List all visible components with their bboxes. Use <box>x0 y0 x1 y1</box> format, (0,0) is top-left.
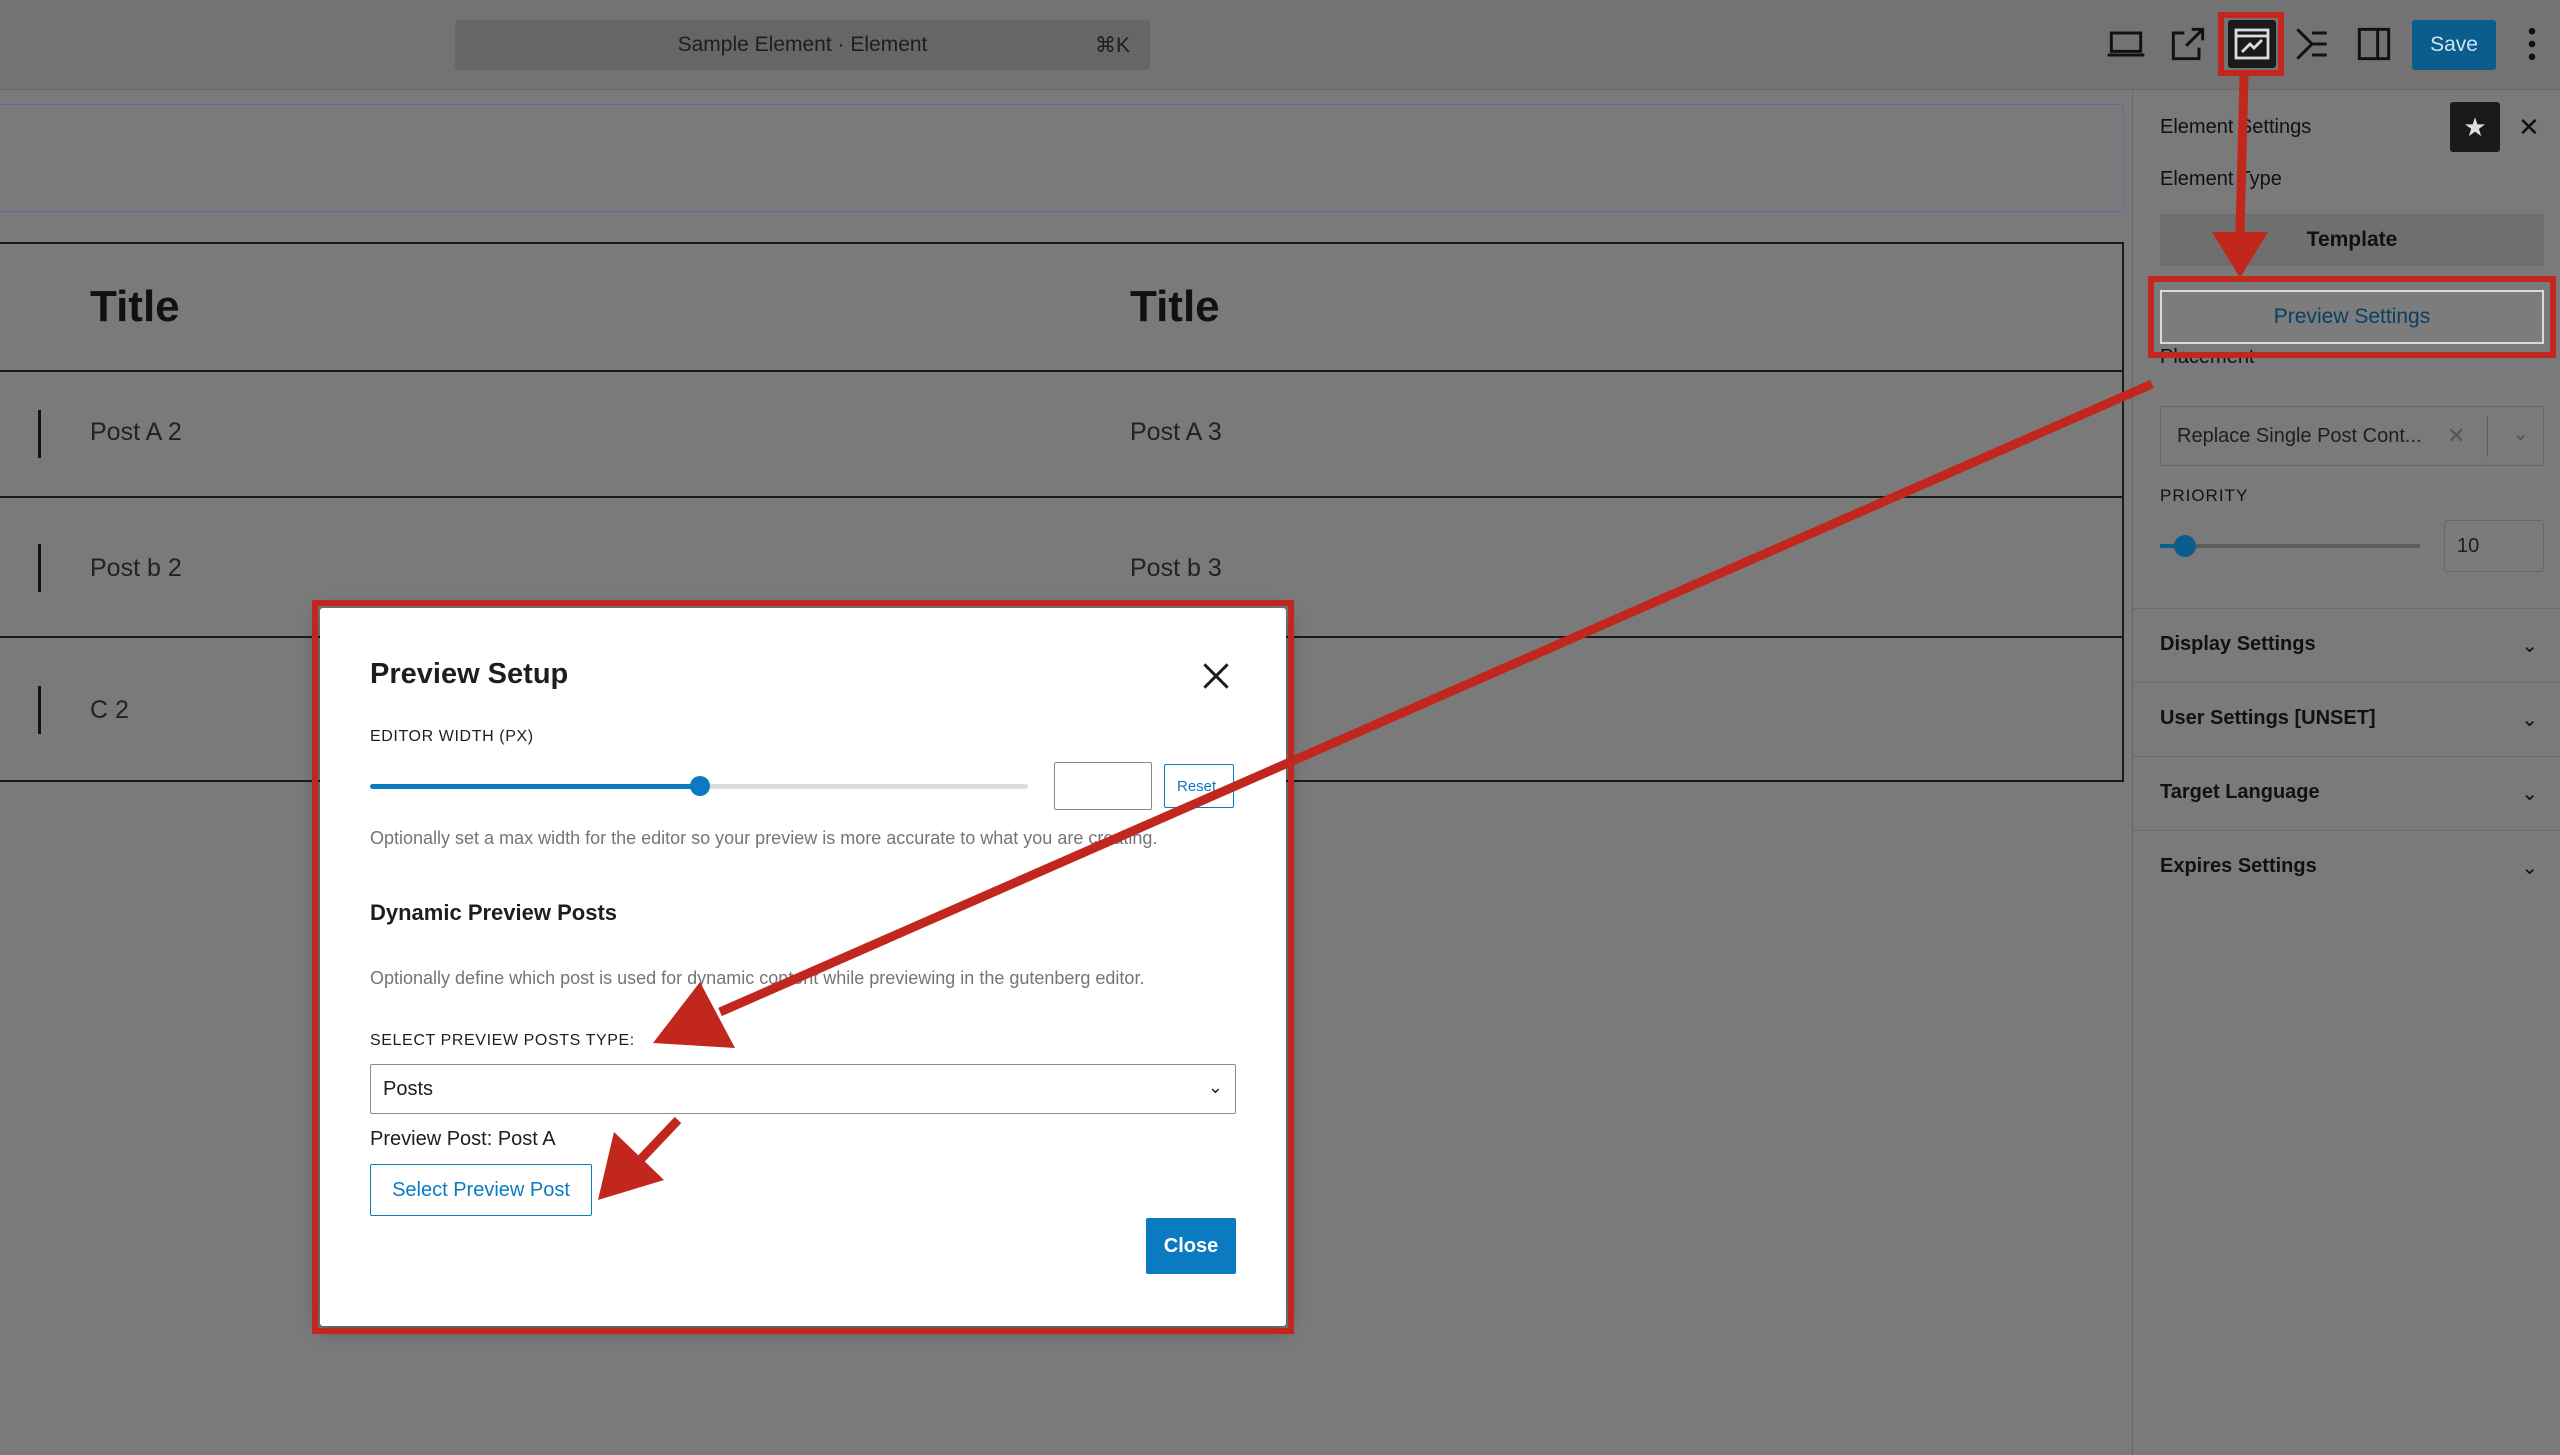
more-options-icon[interactable] <box>2524 22 2540 66</box>
placement-value: Replace Single Post Cont... <box>2177 425 2422 447</box>
command-bar-title: Sample Element · Element <box>677 33 928 56</box>
dynamic-preview-title: Dynamic Preview Posts <box>370 900 618 925</box>
reset-button[interactable]: Reset <box>1164 764 1234 808</box>
template-button[interactable]: Template <box>2160 214 2544 266</box>
layout-icon[interactable] <box>2290 22 2334 66</box>
modal-title: Preview Setup <box>370 658 569 690</box>
accordion-user-settings[interactable]: User Settings [UNSET] ⌄ <box>2132 682 2560 756</box>
posts-type-label: SELECT PREVIEW POSTS TYPE: <box>370 1032 635 1049</box>
element-type-label: Element Type <box>2160 168 2282 190</box>
editor-width-help: Optionally set a max width for the edito… <box>370 828 1158 848</box>
chevron-down-icon: ⌄ <box>2521 857 2538 879</box>
placement-select[interactable]: Replace Single Post Cont... ✕ ⌄ <box>2160 406 2544 466</box>
row-divider <box>38 410 41 458</box>
table-cell: Post b 2 <box>90 554 182 582</box>
header-block[interactable] <box>0 104 2124 212</box>
sidebar-title: Element Settings <box>2160 116 2312 138</box>
star-icon[interactable]: ★ <box>2450 102 2500 152</box>
desktop-preview-icon[interactable] <box>2104 22 2148 66</box>
chevron-down-icon: ⌄ <box>1207 1077 1223 1097</box>
chevron-down-icon: ⌄ <box>2521 635 2538 657</box>
preview-setup-modal <box>320 608 1286 1326</box>
external-link-icon[interactable] <box>2166 22 2210 66</box>
chevron-down-icon: ⌄ <box>2521 709 2538 731</box>
table-cell: Post b 3 <box>1130 554 1222 582</box>
row-divider <box>38 686 41 734</box>
accordion-label: Expires Settings <box>2160 855 2317 877</box>
select-preview-post-button[interactable]: Select Preview Post <box>370 1164 592 1216</box>
close-button[interactable]: Close <box>1146 1218 1236 1274</box>
column-header: Title <box>1130 282 1220 331</box>
posts-type-value: Posts <box>383 1078 434 1100</box>
table-row[interactable]: Post A 2 Post A 3 <box>0 370 2124 498</box>
accordion-display-settings[interactable]: Display Settings ⌄ <box>2132 608 2560 682</box>
preview-post-text: Preview Post: Post A <box>370 1128 556 1150</box>
save-button[interactable]: Save <box>2412 20 2496 70</box>
command-bar[interactable]: Sample Element · Element ⌘K <box>455 20 1150 70</box>
posts-type-select[interactable]: Posts ⌄ <box>370 1064 1236 1114</box>
accordion-label: Target Language <box>2160 781 2320 803</box>
editor-width-slider-fill <box>370 784 700 789</box>
priority-slider-track[interactable] <box>2160 544 2420 548</box>
table-cell: C 2 <box>90 696 129 724</box>
close-icon[interactable]: ✕ <box>2518 112 2540 143</box>
editor-width-slider-thumb[interactable] <box>690 776 710 796</box>
editor-width-label: EDITOR WIDTH (PX) <box>370 728 534 745</box>
accordion-label: User Settings [UNSET] <box>2160 707 2376 729</box>
table-cell: Post A 3 <box>1130 418 1222 446</box>
chevron-down-icon: ⌄ <box>2521 783 2538 805</box>
editor-width-input[interactable] <box>1054 762 1152 810</box>
clear-icon[interactable]: ✕ <box>2447 423 2465 449</box>
sidebar-toggle-icon[interactable] <box>2352 22 2396 66</box>
row-divider <box>38 544 41 592</box>
placement-label: Placement <box>2160 346 2255 368</box>
priority-input[interactable]: 10 <box>2444 520 2544 572</box>
command-shortcut: ⌘K <box>1094 34 1130 57</box>
priority-label: PRIORITY <box>2160 486 2249 505</box>
accordion-label: Display Settings <box>2160 633 2316 655</box>
table-header-row: Title Title <box>0 242 2124 372</box>
table-cell: Post A 2 <box>90 418 182 446</box>
close-icon[interactable] <box>1196 656 1236 696</box>
dynamic-preview-help: Optionally define which post is used for… <box>370 968 1145 988</box>
priority-slider-thumb[interactable] <box>2174 535 2196 557</box>
accordion-target-language[interactable]: Target Language ⌄ <box>2132 756 2560 830</box>
chevron-down-icon[interactable]: ⌄ <box>2512 421 2529 446</box>
select-divider <box>2487 417 2488 457</box>
column-header: Title <box>90 282 180 331</box>
preview-setup-icon[interactable] <box>2228 20 2276 68</box>
accordion-expires-settings[interactable]: Expires Settings ⌄ <box>2132 830 2560 904</box>
preview-settings-button[interactable]: Preview Settings <box>2160 290 2544 344</box>
